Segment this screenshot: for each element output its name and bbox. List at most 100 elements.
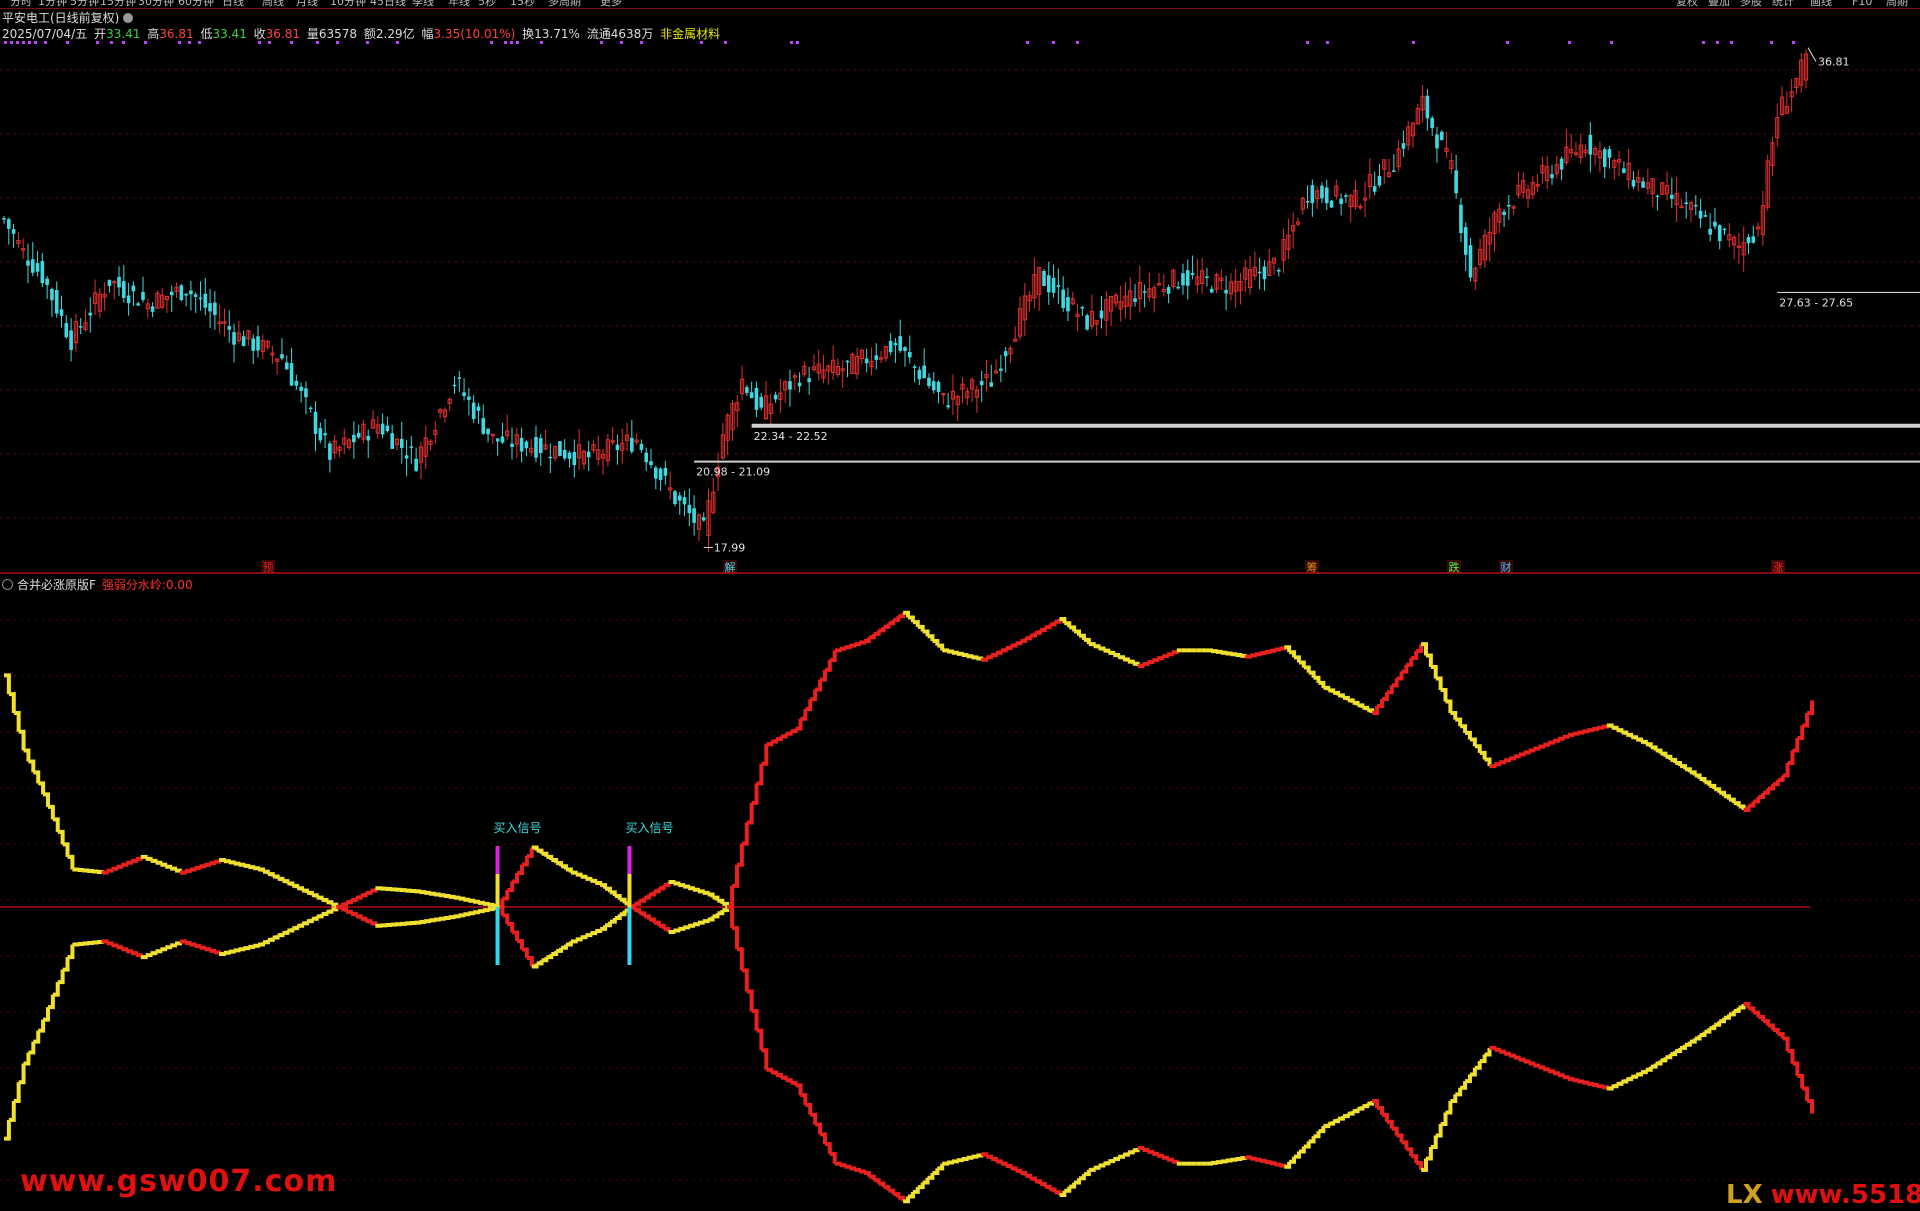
candle-body	[1684, 202, 1688, 204]
candle-body	[227, 326, 232, 330]
indicator-step	[326, 909, 334, 914]
indicator-step	[678, 883, 686, 888]
indicator-step	[1494, 1047, 1502, 1052]
indicator-step	[639, 911, 647, 917]
indicator-step	[932, 1168, 940, 1176]
indicator-step	[824, 660, 832, 672]
indicator-step	[766, 1067, 774, 1073]
indicator-step	[111, 943, 119, 948]
indicator-step	[1572, 1078, 1580, 1083]
watermark-logo: LX	[1726, 1180, 1763, 1210]
indicator-step	[1772, 1027, 1780, 1035]
indicator-step	[1572, 731, 1580, 736]
indicator-step	[1621, 730, 1629, 735]
candle-body	[1703, 215, 1708, 217]
indicator-step	[1279, 646, 1287, 651]
indicator-step	[751, 783, 759, 805]
indicator-step	[1650, 745, 1658, 751]
indicator-step	[267, 872, 275, 877]
indicator-step	[1489, 764, 1497, 769]
indicator-step	[121, 947, 129, 952]
indicator-step	[966, 654, 974, 659]
indicator-step	[1626, 1076, 1634, 1082]
indicator-step	[18, 1063, 26, 1085]
indicator-step	[732, 926, 739, 950]
candle-body	[663, 468, 668, 476]
indicator-step	[77, 867, 85, 872]
indicator-step	[1279, 1163, 1287, 1168]
signal-dot	[1306, 41, 1309, 44]
candle-body	[1588, 134, 1593, 155]
indicator-name: 合并必涨原版F	[17, 578, 96, 592]
indicator-step	[1088, 642, 1096, 647]
indicator-step	[1118, 655, 1126, 660]
indicator-step	[33, 770, 41, 784]
indicator-step	[116, 945, 124, 950]
candle-body	[1185, 270, 1190, 286]
indicator-step	[346, 909, 353, 915]
indicator-step	[1694, 1035, 1702, 1041]
indicator-step	[820, 669, 827, 682]
candle-body	[107, 279, 112, 287]
indicator-step	[1230, 652, 1238, 657]
indicator-step	[912, 620, 920, 627]
indicator-step	[155, 860, 163, 865]
indicator-step	[1328, 1121, 1336, 1126]
indicator-step	[849, 643, 857, 648]
signal-dot	[700, 41, 703, 44]
signal-dot	[640, 41, 643, 44]
indicator-step	[922, 629, 930, 637]
indicator-step	[179, 939, 187, 944]
indicator-step	[614, 894, 622, 900]
candle-body	[213, 302, 217, 315]
candle-body	[1439, 131, 1444, 141]
candle-body	[907, 351, 912, 358]
indicator-step	[160, 947, 168, 952]
indicator-settings-icon[interactable]	[2, 579, 13, 590]
indicator-step	[707, 892, 715, 898]
indicator-step	[1103, 1161, 1111, 1166]
candle-body	[476, 406, 481, 411]
chart-canvas[interactable]: 22.34 - 22.52 20.98 - 21.09 27.63 - 27.65 3…	[0, 0, 1920, 1211]
candle-body	[1746, 236, 1751, 244]
candle-body	[1559, 158, 1564, 170]
indicator-step	[1611, 1083, 1619, 1089]
indicator-step	[541, 957, 549, 963]
candle-body	[1751, 236, 1756, 243]
indicator-step	[1616, 1081, 1624, 1086]
indicator-step	[1049, 621, 1057, 627]
indicator-step	[1509, 756, 1516, 761]
indicator-step	[570, 870, 578, 875]
indicator-step	[38, 1019, 46, 1033]
candle-body	[131, 285, 136, 292]
indicator-step	[1455, 717, 1463, 727]
candle-body	[874, 355, 879, 360]
indicator-step	[1802, 1086, 1810, 1102]
candle-body	[1305, 201, 1310, 203]
indicator-step	[683, 925, 691, 930]
indicator-step	[1162, 1155, 1169, 1160]
candle-body	[126, 295, 131, 304]
indicator-step	[502, 890, 510, 901]
indicator-step	[306, 918, 314, 924]
indicator-step	[67, 944, 75, 960]
candle-body	[1602, 149, 1607, 167]
indicator-step	[1152, 1151, 1160, 1156]
indicator-step	[1665, 754, 1673, 760]
indicator-step	[1386, 1119, 1394, 1129]
indicator-step	[47, 804, 55, 820]
indicator-step	[23, 748, 31, 762]
indicator-step	[1113, 1156, 1121, 1161]
indicator-step	[341, 907, 349, 912]
indicator-step	[145, 953, 153, 958]
indicator-step	[815, 1122, 823, 1135]
candle-body	[519, 437, 524, 452]
indicator-step	[1259, 1158, 1267, 1163]
candle-body	[931, 381, 936, 391]
indicator-step	[204, 862, 212, 867]
indicator-step	[810, 1112, 818, 1125]
indicator-step	[1333, 690, 1341, 696]
indicator-step	[1675, 761, 1683, 767]
low-mark-label: 17.99	[714, 541, 746, 554]
indicator-step	[854, 642, 862, 647]
